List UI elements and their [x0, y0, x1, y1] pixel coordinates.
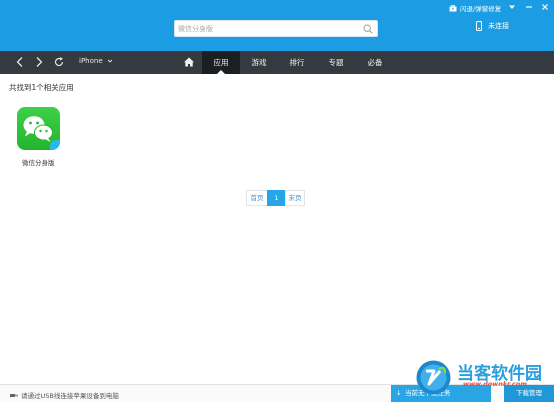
- tab-games-label: 游戏: [251, 58, 267, 67]
- wechat-icon[interactable]: [17, 107, 60, 150]
- phone-icon: [476, 21, 482, 31]
- forward-arrow-icon[interactable]: [32, 55, 46, 69]
- usb-icon: [10, 393, 18, 397]
- toolbox-icon: [449, 4, 457, 11]
- tab-essentials[interactable]: 必备: [356, 51, 394, 74]
- current-page-button[interactable]: 1: [267, 190, 286, 206]
- watermark-url: www.downkr.com: [463, 380, 527, 388]
- top-header: 闪退/弹窗修复 未连接: [0, 0, 554, 51]
- search-box[interactable]: [174, 20, 378, 37]
- crash-repair-label: 闪退/弹窗修复: [460, 5, 502, 13]
- search-icon[interactable]: [363, 24, 373, 34]
- app-tile[interactable]: [17, 107, 61, 150]
- minimize-icon[interactable]: [524, 2, 534, 12]
- device-connection-status[interactable]: 未连接: [476, 21, 509, 31]
- first-page-button[interactable]: 首页: [246, 190, 268, 206]
- tab-games[interactable]: 游戏: [240, 51, 278, 74]
- search-input[interactable]: [178, 23, 358, 35]
- back-arrow-icon[interactable]: [13, 55, 27, 69]
- chevron-down-icon: [107, 59, 112, 63]
- refresh-icon[interactable]: [52, 55, 66, 69]
- device-label: iPhone: [79, 57, 103, 65]
- tab-apps[interactable]: 应用: [202, 51, 240, 74]
- result-count: 共找到1个相关应用: [9, 83, 74, 92]
- tab-topics-label: 专题: [328, 58, 344, 67]
- close-icon[interactable]: [540, 2, 550, 12]
- home-icon[interactable]: [178, 54, 200, 71]
- usb-hint: 请通过USB线连接苹果设备到电脑: [10, 390, 119, 400]
- tab-ranking[interactable]: 排行: [278, 51, 316, 74]
- tab-essentials-label: 必备: [367, 58, 383, 67]
- download-arrow-icon: ↓: [396, 389, 402, 397]
- usb-hint-label: 请通过USB线连接苹果设备到电脑: [21, 392, 119, 400]
- menu-dropdown-icon[interactable]: [507, 2, 517, 12]
- nav-bar: iPhone 应用 游戏 排行 专题 必备: [0, 51, 554, 74]
- watermark-logo-icon: [416, 360, 451, 395]
- tab-topics[interactable]: 专题: [317, 51, 355, 74]
- clone-badge-icon: [50, 140, 60, 150]
- tab-ranking-label: 排行: [289, 58, 305, 67]
- tab-apps-label: 应用: [213, 58, 229, 67]
- last-page-button[interactable]: 末页: [285, 190, 305, 206]
- crash-repair-link[interactable]: 闪退/弹窗修复: [449, 3, 501, 13]
- app-name[interactable]: 微信分身版: [22, 157, 55, 167]
- device-selector[interactable]: iPhone: [79, 57, 113, 65]
- pagination: 首页 1 末页: [246, 190, 305, 206]
- connection-status-label: 未连接: [488, 22, 509, 30]
